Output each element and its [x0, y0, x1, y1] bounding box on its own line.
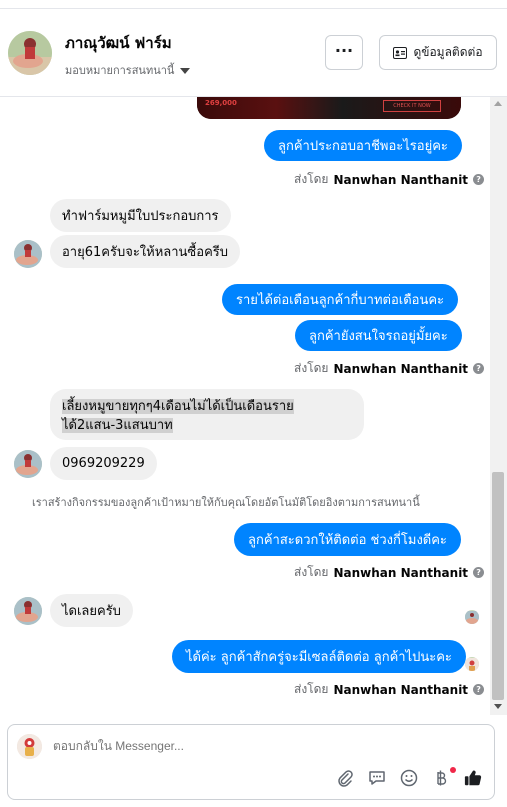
view-contact-button[interactable]: ดูข้อมูลติดต่อ	[379, 35, 497, 70]
more-options-button[interactable]: ···	[325, 35, 363, 70]
customer-avatar	[14, 240, 42, 268]
system-note: เราสร้างกิจกรรมของลูกค้าเป้าหมายให้กับคุ…	[32, 496, 420, 509]
message-line: ได้2แสน-3แสนบาท	[62, 418, 173, 433]
sent-by-prefix: ส่งโดย	[294, 565, 329, 579]
seen-receipt-avatar	[465, 610, 479, 624]
scroll-up-arrow-icon[interactable]	[494, 101, 502, 106]
scroll-down-arrow-icon[interactable]	[494, 704, 502, 709]
message-bubble-incoming[interactable]: 0969209229	[50, 447, 157, 480]
reply-input[interactable]	[53, 739, 453, 753]
agent-avatar	[17, 734, 42, 759]
sent-by-prefix: ส่งโดย	[294, 682, 329, 696]
sent-by-label: ส่งโดย Nanwhan Nanthanit?	[294, 563, 485, 582]
message-list[interactable]: 269,000 CHECK IT NOW ลูกค้าประกอบอาชีพอะ…	[0, 97, 490, 715]
info-icon[interactable]: ?	[473, 684, 485, 695]
message-bubble-outgoing[interactable]: ลูกค้าสะดวกให้ติดต่อ ช่วงกี่โมงดีคะ	[234, 523, 461, 556]
message-bubble-incoming[interactable]: ทำฟาร์มหมูมีใบประกอบการ	[50, 199, 231, 232]
message-bubble-incoming-multiline[interactable]: เลี้ยงหมูขายทุกๆ4เดือนไม่ได้เป็นเดือนราย…	[50, 389, 364, 440]
seen-receipt-avatar	[465, 657, 479, 671]
customer-avatar	[14, 597, 42, 625]
sent-by-prefix: ส่งโดย	[294, 361, 329, 375]
saved-replies-icon[interactable]	[368, 769, 386, 787]
message-bubble-outgoing[interactable]: ได้ค่ะ ลูกค้าสักครู่จะมีเซลล์ติดต่อ ลูกค…	[172, 640, 466, 673]
info-icon[interactable]: ?	[473, 567, 485, 578]
sender-name: Nanwhan Nanthanit	[333, 565, 469, 580]
message-bubble-outgoing[interactable]: ลูกค้าประกอบอาชีพอะไรอยู่คะ	[264, 130, 462, 161]
page-name[interactable]: ภาณุวัฒน์ ฟาร์ม	[65, 31, 172, 55]
sent-by-label: ส่งโดย Nanwhan Nanthanit?	[294, 170, 485, 189]
message-bubble-incoming[interactable]: อายุ61ครับจะให้หลานซื้อครีบ	[50, 235, 240, 268]
promo-check-button-text: CHECK IT NOW	[383, 100, 441, 112]
message-line: เลี้ยงหมูขายทุกๆ4เดือนไม่ได้เป็นเดือนราย	[62, 399, 294, 414]
sender-name: Nanwhan Nanthanit	[333, 361, 469, 376]
emoji-icon[interactable]	[400, 769, 418, 787]
assign-label: มอบหมายการสนทนานี้	[65, 64, 175, 77]
reply-composer	[7, 724, 495, 800]
view-contact-label: ดูข้อมูลติดต่อ	[413, 45, 483, 59]
message-bubble-incoming[interactable]: ไดเลยครับ	[50, 594, 133, 627]
notification-dot	[450, 767, 456, 773]
scrollbar-thumb[interactable]	[492, 472, 504, 700]
caret-down-icon	[180, 68, 191, 74]
composer-toolbar	[336, 769, 482, 787]
attachment-icon[interactable]	[336, 769, 354, 787]
assign-conversation[interactable]: มอบหมายการสนทนานี้	[65, 61, 191, 79]
promo-price-text: 269,000	[205, 99, 237, 107]
baht-payment-icon[interactable]	[432, 769, 450, 787]
info-icon[interactable]: ?	[473, 174, 485, 185]
sent-by-label: ส่งโดย Nanwhan Nanthanit?	[294, 359, 485, 378]
page-avatar[interactable]	[8, 31, 52, 75]
message-bubble-outgoing[interactable]: ลูกค้ายังสนใจรถอยู่มั้ยคะ	[295, 320, 462, 351]
message-bubble-outgoing[interactable]: รายได้ต่อเดือนลูกค้ากี่บาทต่อเดือนคะ	[222, 284, 459, 315]
info-icon[interactable]: ?	[473, 363, 485, 374]
conversation-header: ภาณุวัฒน์ ฟาร์ม มอบหมายการสนทนานี้ ··· ด…	[0, 9, 507, 97]
contact-card-icon	[393, 46, 408, 59]
like-thumbs-up-icon[interactable]	[464, 769, 482, 787]
customer-avatar	[14, 450, 42, 478]
promo-image-attachment[interactable]: 269,000 CHECK IT NOW	[197, 97, 461, 119]
sent-by-prefix: ส่งโดย	[294, 172, 329, 186]
sent-by-label: ส่งโดย Nanwhan Nanthanit?	[294, 680, 485, 699]
messenger-conversation-panel: ภาณุวัฒน์ ฟาร์ม มอบหมายการสนทนานี้ ··· ด…	[0, 0, 507, 807]
sender-name: Nanwhan Nanthanit	[333, 172, 469, 187]
sender-name: Nanwhan Nanthanit	[333, 682, 469, 697]
